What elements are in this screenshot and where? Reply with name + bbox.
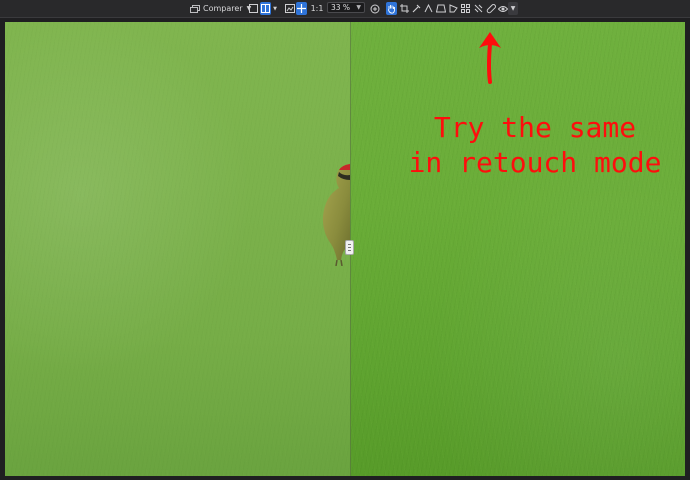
annotation-text: Try the same in retouch mode <box>408 111 662 179</box>
move-icon <box>297 4 306 13</box>
preview-button[interactable] <box>284 2 295 15</box>
top-toolbar: Comparer ▼ ▼ 1:1 33 % ▼ ▼ <box>0 0 690 18</box>
perspective-tool-button[interactable] <box>435 2 446 15</box>
picker-icon <box>412 4 421 13</box>
single-view-button[interactable] <box>248 2 259 15</box>
straighten-tool-button[interactable] <box>423 2 434 15</box>
shape-tool-button[interactable] <box>448 2 459 15</box>
zoom-value: 33 % <box>331 3 351 12</box>
move-button[interactable] <box>296 2 307 15</box>
texture-icon <box>474 4 483 13</box>
grass-texture <box>350 22 685 476</box>
zoom-select[interactable]: 33 % ▼ <box>327 2 365 13</box>
hand-tool-button[interactable] <box>386 2 397 15</box>
split-view-icon <box>261 4 270 13</box>
hand-icon <box>387 4 396 14</box>
grid-tool-button[interactable] <box>460 2 471 15</box>
retouch-tool-button[interactable] <box>485 2 496 15</box>
single-view-icon <box>249 4 258 13</box>
dropdown-icon: ▼ <box>510 5 516 12</box>
split-view-dropdown[interactable]: ▼ <box>271 2 279 15</box>
shape-icon <box>449 4 458 13</box>
before-image-pane <box>5 22 350 476</box>
crop-icon <box>400 4 409 13</box>
image-viewer[interactable]: Try the same in retouch mode <box>5 22 685 476</box>
eye-toggle-button[interactable] <box>497 2 508 15</box>
annotation-arrow <box>479 32 501 84</box>
chevron-down-icon: ▼ <box>273 5 277 12</box>
compare-button[interactable]: Comparer ▼ <box>190 2 251 15</box>
grid-icon <box>461 4 470 13</box>
zoom-in-button[interactable] <box>369 2 380 15</box>
compare-label: Comparer <box>203 4 243 13</box>
picker-tool-button[interactable] <box>411 2 422 15</box>
grass-texture <box>5 22 350 476</box>
split-view-button[interactable] <box>260 2 271 15</box>
compare-divider-handle[interactable] <box>345 240 354 255</box>
chevron-down-icon: ▼ <box>356 4 361 11</box>
crop-tool-button[interactable] <box>399 2 410 15</box>
window-icon <box>190 4 200 13</box>
straighten-icon <box>424 4 433 13</box>
zoom-1to1-button[interactable]: 1:1 <box>309 2 325 15</box>
after-image-pane <box>350 22 685 476</box>
zoom-in-icon <box>370 4 380 14</box>
perspective-icon <box>435 4 446 13</box>
preview-icon <box>284 4 295 13</box>
eye-icon <box>497 5 508 13</box>
view-options-dropdown[interactable]: ▼ <box>508 2 518 15</box>
texture-tool-button[interactable] <box>473 2 484 15</box>
retouch-icon <box>486 3 496 14</box>
